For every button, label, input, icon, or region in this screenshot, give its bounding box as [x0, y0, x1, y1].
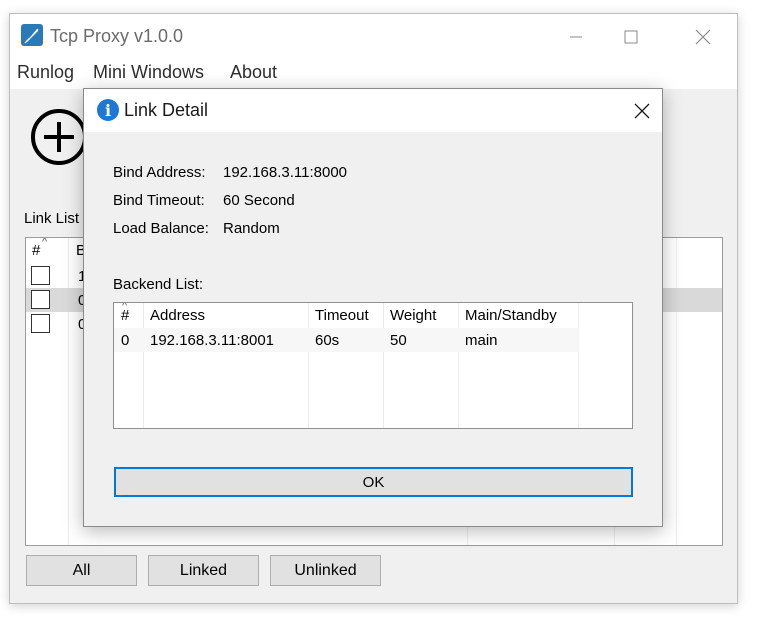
menu-bar: Runlog Mini Windows About: [10, 59, 737, 89]
bind-address-label: Bind Address:: [113, 164, 206, 181]
backend-table[interactable]: ^ # Address Timeout Weight Main/Standby …: [113, 302, 633, 429]
backend-timeout: 60s: [315, 332, 340, 349]
plus-circle-icon: [31, 109, 87, 165]
maximize-button[interactable]: [608, 14, 654, 59]
close-icon: [695, 29, 711, 44]
column-header-main-standby[interactable]: Main/Standby: [465, 307, 557, 324]
sort-up-icon: ^: [42, 237, 48, 248]
row-checkbox[interactable]: [31, 266, 50, 285]
link-list-label: Link List: [24, 210, 80, 227]
backend-index: 0: [121, 332, 130, 349]
load-balance-label: Load Balance:: [113, 220, 209, 237]
column-header-address[interactable]: Address: [150, 307, 205, 324]
close-icon: [634, 103, 650, 118]
filter-linked-button[interactable]: Linked: [148, 555, 259, 586]
title-bar: Tcp Proxy v1.0.0: [10, 14, 737, 59]
menu-mini-windows[interactable]: Mini Windows: [91, 62, 206, 83]
column-header-weight[interactable]: Weight: [390, 307, 436, 324]
dialog-title-bar: i Link Detail: [84, 89, 662, 132]
backend-role: main: [465, 332, 498, 349]
bind-timeout-value: 60 Second: [223, 192, 295, 209]
filter-all-button[interactable]: All: [26, 555, 137, 586]
window-close-button[interactable]: [680, 14, 726, 59]
menu-runlog[interactable]: Runlog: [15, 62, 76, 83]
feather-icon: [21, 24, 43, 46]
column-header-number[interactable]: #: [121, 307, 129, 324]
column-header-timeout[interactable]: Timeout: [315, 307, 369, 324]
link-detail-dialog: i Link Detail Bind Address: 192.168.3.11…: [83, 88, 663, 527]
dialog-title: Link Detail: [124, 100, 209, 120]
add-link-button[interactable]: [29, 107, 89, 167]
backend-list-label: Backend List:: [113, 276, 204, 293]
minimize-icon: [570, 36, 582, 37]
bind-address-value: 192.168.3.11:8000: [223, 164, 348, 181]
bind-timeout-label: Bind Timeout:: [113, 192, 205, 209]
row-checkbox[interactable]: [31, 314, 50, 333]
ok-button[interactable]: OK: [114, 467, 633, 497]
maximize-icon: [624, 30, 638, 43]
load-balance-value: Random: [223, 220, 280, 237]
row-checkbox[interactable]: [31, 290, 50, 309]
backend-table-header: ^ # Address Timeout Weight Main/Standby: [114, 303, 632, 327]
backend-weight: 50: [390, 332, 407, 349]
window-title: Tcp Proxy v1.0.0: [50, 26, 184, 46]
column-header-number[interactable]: #: [32, 242, 40, 259]
menu-about[interactable]: About: [228, 62, 279, 83]
table-row[interactable]: 0 192.168.3.11:8001 60s 50 main: [114, 328, 632, 352]
info-icon: i: [97, 99, 119, 121]
minimize-button[interactable]: [553, 14, 599, 59]
dialog-close-button[interactable]: [620, 89, 664, 132]
filter-unlinked-button[interactable]: Unlinked: [270, 555, 381, 586]
backend-address: 192.168.3.11:8001: [150, 332, 275, 349]
